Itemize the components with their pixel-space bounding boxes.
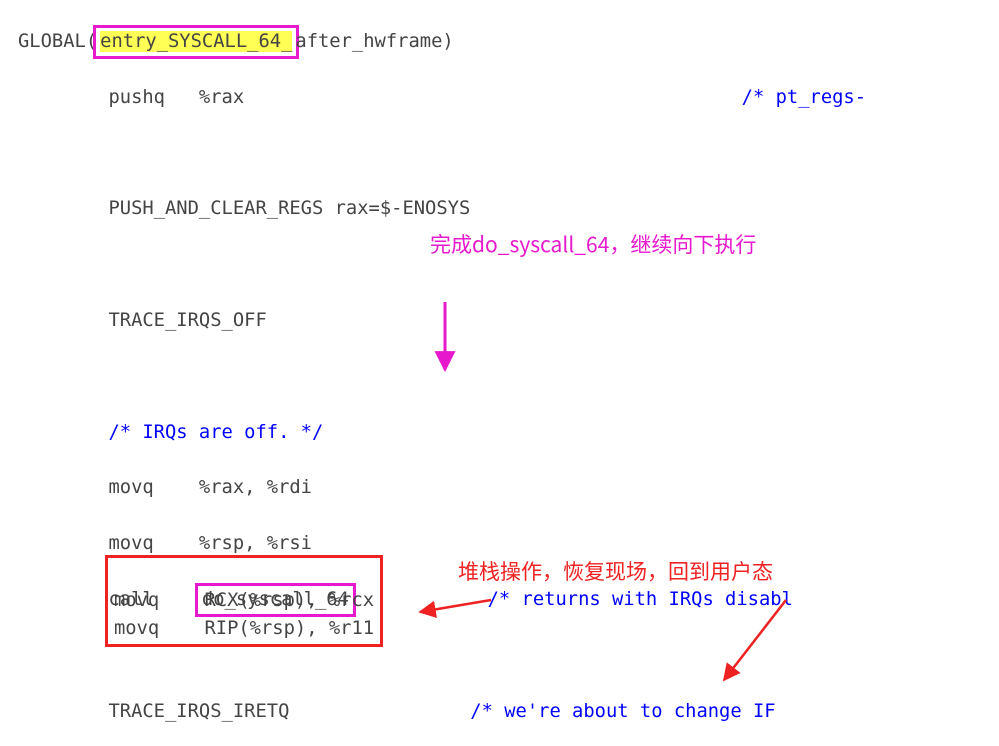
annotation-magenta: 完成do_syscall_64，继续向下执行 bbox=[430, 232, 756, 257]
l13a: TRACE_IRQS_IRETQ bbox=[18, 701, 470, 722]
entry-syscall-64-label: entry_SYSCALL_64_ bbox=[100, 31, 292, 52]
code-block: GLOBAL(entry_SYSCALL_64_after_hwframe) p… bbox=[0, 0, 999, 746]
l2a: pushq %rax bbox=[18, 87, 742, 108]
l1b: after_hwframe) bbox=[295, 31, 453, 52]
stack-restore-box: movq RCX(%rsp), %rcx movq RIP(%rsp), %r1… bbox=[105, 555, 383, 647]
l4: PUSH_AND_CLEAR_REGS rax=$-ENOSYS bbox=[18, 195, 999, 223]
l7 bbox=[18, 363, 999, 391]
annotation-red: 堆栈操作，恢复现场，回到用户态 bbox=[458, 559, 773, 584]
l10: movq %rsp, %rsi bbox=[18, 530, 999, 558]
l13c: /* we're about to change IF bbox=[470, 701, 775, 722]
l11c: /* returns with IRQs disabl bbox=[488, 589, 793, 610]
l20: movq RCX(%rsp), %rcx bbox=[114, 590, 374, 611]
l1a: GLOBAL( bbox=[18, 31, 97, 52]
l2c: /* pt_regs- bbox=[742, 87, 866, 108]
l21: movq RIP(%rsp), %r11 bbox=[114, 618, 374, 639]
entry-syscall-64-box: entry_SYSCALL_64_ bbox=[93, 25, 299, 59]
l6: TRACE_IRQS_OFF bbox=[18, 307, 999, 335]
l9: movq %rax, %rdi bbox=[18, 474, 999, 502]
l8: /* IRQs are off. */ bbox=[18, 419, 999, 447]
l3 bbox=[18, 140, 999, 168]
